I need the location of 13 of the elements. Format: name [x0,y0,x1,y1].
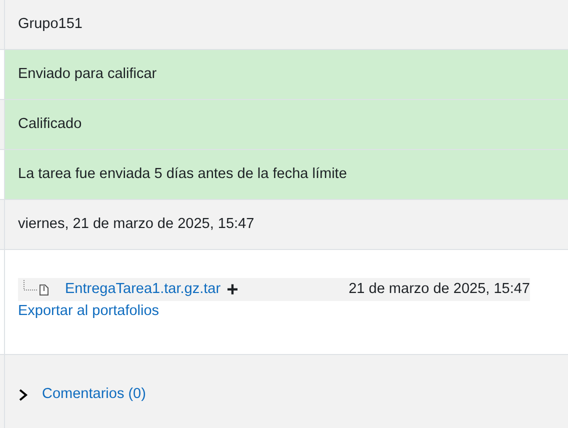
file-icon [39,284,49,296]
tree-connector-icon [23,280,37,292]
table-cell: Calificado [5,100,568,149]
file-date: 21 de marzo de 2025, 15:47 [348,280,530,299]
export-link[interactable]: Exportar al portafolios [18,301,160,323]
table-cell: Enviado para calificar [5,50,568,99]
table-cell: viernes, 21 de marzo de 2025, 15:47 [5,200,568,249]
table-cell: Grupo151 [5,0,568,49]
chevron-icon [18,388,28,402]
file-link[interactable]: EntregaTarea1.tar.gz.tar [65,278,221,300]
add-button[interactable]: + [226,280,238,300]
table-cell: La tarea fue enviada 5 días antes de la fecha límite [5,150,568,199]
comments-toggle[interactable]: Comentarios (0) [18,384,146,406]
